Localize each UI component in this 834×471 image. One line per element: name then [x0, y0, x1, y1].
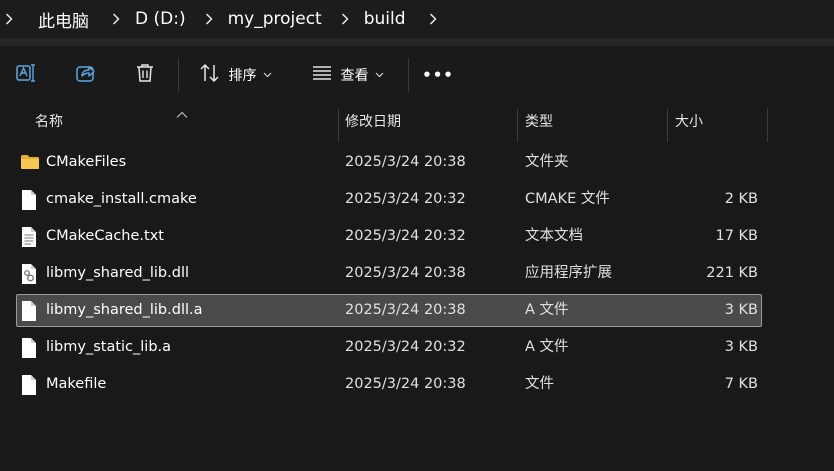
trash-icon [134, 62, 156, 88]
file-name: libmy_static_lib.a [46, 339, 172, 355]
file-row[interactable]: libmy_static_lib.a 2025/3/24 20:32 A 文件 … [16, 331, 762, 364]
file-type: 应用程序扩展 [525, 265, 612, 281]
file-type: 文件夹 [525, 154, 569, 170]
column-header: 名称 修改日期 类型 大小 [0, 104, 834, 142]
breadcrumb: 此电脑 D (D:) my_project build [0, 0, 834, 38]
toolbar-separator [178, 58, 179, 92]
file-type: A 文件 [525, 339, 569, 355]
chevron-right-icon[interactable] [109, 13, 123, 25]
file-type: 文件 [525, 376, 554, 392]
breadcrumb-divider [0, 38, 834, 46]
file-name: CMakeFiles [46, 154, 127, 170]
file-icon [20, 374, 40, 396]
file-modified: 2025/3/24 20:38 [345, 154, 466, 170]
view-icon [311, 65, 333, 85]
column-header-size[interactable]: 大小 [675, 104, 703, 140]
chevron-right-icon[interactable] [426, 13, 440, 25]
share-button[interactable] [70, 56, 102, 94]
file-modified: 2025/3/24 20:32 [345, 339, 466, 355]
file-name: libmy_shared_lib.dll.a [46, 302, 203, 318]
file-explorer-window: 此电脑 D (D:) my_project build 排序 查看 ••• 名称… [0, 0, 834, 471]
breadcrumb-item-build[interactable]: build [358, 9, 412, 29]
column-header-modified[interactable]: 修改日期 [345, 104, 401, 140]
file-name: libmy_shared_lib.dll [46, 265, 189, 281]
rename-button[interactable] [10, 56, 42, 94]
file-name: CMakeCache.txt [46, 228, 164, 244]
column-header-type[interactable]: 类型 [525, 104, 553, 140]
column-resize-handle[interactable] [767, 108, 768, 142]
file-row[interactable]: libmy_shared_lib.dll 2025/3/24 20:38 应用程… [16, 257, 762, 290]
file-size: 17 KB [715, 228, 758, 244]
sort-label: 排序 [228, 68, 257, 84]
chevron-right-icon[interactable] [338, 13, 352, 25]
rename-icon [15, 62, 37, 88]
breadcrumb-item-drive-d[interactable]: D (D:) [129, 9, 192, 29]
chevron-down-icon [375, 72, 384, 78]
breadcrumb-item-this-pc[interactable]: 此电脑 [32, 7, 95, 32]
file-row[interactable]: cmake_install.cmake 2025/3/24 20:32 CMAK… [16, 183, 762, 216]
file-type: 文本文档 [525, 228, 583, 244]
toolbar-separator [408, 58, 409, 92]
file-row[interactable]: CMakeFiles 2025/3/24 20:38 文件夹 [16, 146, 762, 179]
folder-icon [20, 154, 40, 176]
file-size: 3 KB [724, 339, 758, 355]
file-type: CMAKE 文件 [525, 191, 610, 207]
more-options-button[interactable]: ••• [420, 56, 456, 94]
file-modified: 2025/3/24 20:32 [345, 228, 466, 244]
dll-file-icon [20, 263, 40, 285]
file-type: A 文件 [525, 302, 569, 318]
file-name: cmake_install.cmake [46, 191, 197, 207]
chevron-right-icon[interactable] [202, 13, 216, 25]
file-row[interactable]: CMakeCache.txt 2025/3/24 20:32 文本文档 17 K… [16, 220, 762, 253]
view-button[interactable]: 查看 [304, 56, 390, 94]
file-size: 3 KB [724, 302, 758, 318]
column-resize-handle[interactable] [667, 108, 668, 142]
file-modified: 2025/3/24 20:38 [345, 265, 466, 281]
column-resize-handle[interactable] [338, 108, 339, 142]
chevron-right-icon[interactable] [2, 13, 16, 25]
file-name: Makefile [46, 376, 107, 392]
file-row[interactable]: Makefile 2025/3/24 20:38 文件 7 KB [16, 368, 762, 401]
file-modified: 2025/3/24 20:38 [345, 302, 466, 318]
file-icon [20, 189, 40, 211]
sort-icon [199, 63, 221, 87]
chevron-down-icon [263, 72, 272, 78]
file-size: 221 KB [706, 265, 758, 281]
file-size: 7 KB [724, 376, 758, 392]
sort-button[interactable]: 排序 [192, 56, 278, 94]
sort-ascending-caret-icon [176, 104, 188, 123]
column-header-name[interactable]: 名称 [35, 104, 63, 140]
view-label: 查看 [340, 68, 369, 84]
file-icon [20, 300, 40, 322]
file-modified: 2025/3/24 20:32 [345, 191, 466, 207]
breadcrumb-item-my-project[interactable]: my_project [222, 9, 328, 29]
delete-button[interactable] [129, 56, 161, 94]
file-icon [20, 337, 40, 359]
column-resize-handle[interactable] [517, 108, 518, 142]
more-options-icon: ••• [422, 66, 454, 84]
file-row-selected[interactable]: libmy_shared_lib.dll.a 2025/3/24 20:38 A… [16, 294, 762, 327]
file-modified: 2025/3/24 20:38 [345, 376, 466, 392]
file-size: 2 KB [724, 191, 758, 207]
file-size [668, 146, 758, 179]
command-bar: 排序 查看 ••• [0, 46, 834, 104]
text-file-icon [20, 226, 40, 248]
share-icon [75, 62, 97, 88]
